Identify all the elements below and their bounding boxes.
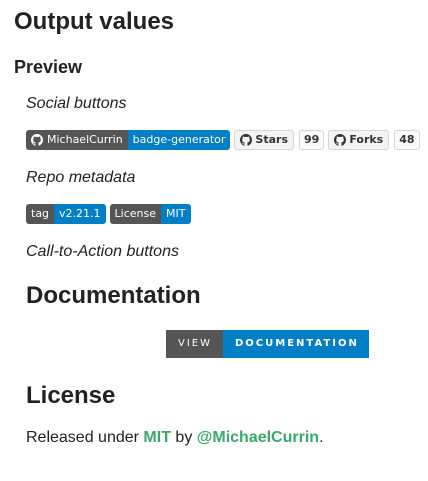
tag-badge[interactable]: tag v2.21.1 — [26, 204, 106, 224]
cta-buttons-label: Call-to-Action buttons — [26, 243, 179, 260]
preview-heading: Preview — [14, 57, 83, 77]
github-icon — [31, 134, 43, 146]
tag-badge-value: v2.21.1 — [54, 204, 106, 224]
tag-badge-label: tag — [26, 204, 55, 224]
repo-owner-text: MichaelCurrin — [47, 133, 123, 146]
license-badge-value: MIT — [161, 204, 191, 224]
license-badge[interactable]: License MIT — [109, 204, 191, 224]
view-documentation-left: VIEW — [166, 330, 223, 358]
metadata-badges-row: tag v2.21.1 License MIT — [26, 204, 191, 224]
author-link[interactable]: @MichaelCurrin — [197, 429, 319, 446]
forks-count: 48 — [394, 130, 420, 150]
forks-badge-label: Forks — [328, 130, 390, 150]
license-heading: License — [26, 382, 116, 409]
page: Output values Preview Social buttons Mic… — [0, 0, 428, 481]
page-title: Output values — [14, 8, 175, 35]
repo-name-text: badge-generator — [127, 130, 231, 150]
social-buttons-label: Social buttons — [26, 95, 127, 112]
forks-badge[interactable]: Forks 48 — [328, 130, 420, 150]
forks-label-text: Forks — [349, 133, 384, 146]
license-prefix: Released under — [26, 429, 144, 446]
license-by: by — [170, 429, 197, 446]
mit-license-link[interactable]: MIT — [143, 429, 171, 446]
stars-count: 99 — [299, 130, 325, 150]
github-icon — [334, 134, 347, 146]
github-icon — [240, 134, 253, 146]
stars-badge[interactable]: Stars 99 — [234, 130, 325, 150]
view-documentation-button[interactable]: VIEW DOCUMENTATION — [166, 330, 369, 358]
view-documentation-right: DOCUMENTATION — [223, 330, 369, 358]
social-badges-row: MichaelCurrin badge-generator Stars 99 F… — [26, 130, 420, 150]
stars-badge-label: Stars — [234, 130, 294, 150]
documentation-heading: Documentation — [26, 282, 201, 309]
license-badge-label: License — [109, 204, 162, 224]
license-statement: Released under MIT by @MichaelCurrin. — [26, 428, 324, 448]
license-suffix: . — [319, 429, 324, 446]
repo-metadata-label: Repo metadata — [26, 169, 136, 186]
repo-badge-owner: MichaelCurrin — [26, 130, 128, 150]
stars-label-text: Stars — [255, 133, 288, 146]
repo-badge[interactable]: MichaelCurrin badge-generator — [26, 130, 231, 150]
